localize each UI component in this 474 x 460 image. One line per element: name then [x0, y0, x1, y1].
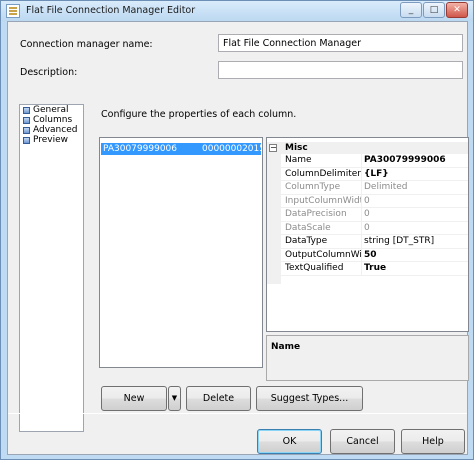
column-divider	[361, 208, 362, 221]
new-dropdown-button[interactable]: ▼	[168, 386, 181, 411]
property-value: PA30079999006	[364, 155, 446, 165]
column-list: PA30079999006 0000000201507	[99, 137, 263, 368]
property-name: DataPrecision	[285, 209, 347, 219]
property-description-panel: Name	[266, 335, 469, 381]
preview-page-icon	[23, 136, 30, 144]
property-name: InputColumnWidth	[285, 195, 362, 206]
property-description-title: Name	[271, 342, 301, 352]
column-divider	[361, 181, 362, 194]
general-page-icon	[23, 106, 30, 114]
dialog-client-area: Connection manager name: Description: Ge…	[7, 21, 469, 455]
help-button[interactable]: Help	[401, 429, 465, 454]
property-row-output-column-width[interactable]: OutputColumnWidt 50	[281, 248, 468, 262]
property-name: TextQualified	[285, 263, 344, 273]
property-value: 0	[364, 209, 370, 219]
description-label: Description:	[20, 67, 78, 78]
property-value: string [DT_STR]	[364, 236, 435, 246]
column-divider	[361, 154, 362, 167]
nav-item-label: Columns	[33, 115, 73, 125]
property-row-input-column-width[interactable]: InputColumnWidth 0	[281, 194, 468, 208]
column-divider	[361, 194, 362, 208]
property-value: True	[364, 263, 387, 273]
connection-manager-name-label: Connection manager name:	[20, 39, 153, 50]
ok-button[interactable]: OK	[257, 429, 322, 454]
description-input[interactable]	[218, 61, 463, 79]
property-value: {LF}	[364, 168, 389, 179]
property-name: Name	[285, 155, 312, 165]
column-divider	[361, 221, 362, 235]
advanced-page-icon	[23, 126, 30, 134]
property-row-data-precision[interactable]: DataPrecision 0	[281, 208, 468, 222]
property-value: 50	[364, 249, 377, 260]
nav-item-label: General	[33, 105, 69, 115]
column-name-cell: PA30079999006	[103, 144, 177, 154]
property-name: ColumnDelimiter	[285, 168, 361, 179]
property-name: DataScale	[285, 222, 331, 233]
category-title: Misc	[285, 143, 308, 153]
delete-button[interactable]: Delete	[186, 386, 251, 411]
nav-item-advanced[interactable]: Advanced	[23, 125, 83, 135]
property-name: ColumnType	[285, 182, 341, 192]
suggest-types-button[interactable]: Suggest Types...	[256, 386, 363, 411]
window-title: Flat File Connection Manager Editor	[26, 5, 196, 16]
title-bar[interactable]: Flat File Connection Manager Editor _ □ …	[1, 1, 473, 21]
property-value: Delimited	[364, 182, 408, 192]
column-divider	[361, 167, 362, 181]
property-name: DataType	[285, 236, 328, 246]
nav-item-columns[interactable]: Columns	[23, 115, 83, 125]
instruction-text: Configure the properties of each column.	[101, 109, 297, 120]
cancel-button[interactable]: Cancel	[330, 429, 395, 454]
connection-manager-name-input[interactable]	[218, 34, 463, 52]
collapse-icon[interactable]: −	[269, 144, 277, 152]
property-row-data-type[interactable]: DataType string [DT_STR]	[281, 235, 468, 249]
property-value: 0	[364, 195, 370, 206]
property-name: OutputColumnWidt	[285, 249, 362, 260]
property-row-column-delimiter[interactable]: ColumnDelimiter {LF}	[281, 167, 468, 181]
property-row-data-scale[interactable]: DataScale 0	[281, 221, 468, 235]
app-icon	[6, 4, 20, 18]
nav-item-label: Preview	[33, 135, 69, 145]
column-list-row-selected[interactable]: PA30079999006 0000000201507	[101, 143, 261, 155]
close-button[interactable]: ✕	[446, 2, 468, 18]
property-row-text-qualified[interactable]: TextQualified True	[281, 262, 468, 276]
new-button[interactable]: New	[101, 386, 167, 411]
column-divider	[361, 248, 362, 262]
page-navigation-list: General Columns Advanced Preview	[19, 104, 84, 432]
property-grid-gutter	[267, 154, 281, 284]
columns-page-icon	[23, 116, 30, 124]
restore-button[interactable]: □	[423, 2, 445, 18]
property-row-name[interactable]: Name PA30079999006	[281, 154, 468, 168]
property-category-misc[interactable]: − Misc	[267, 142, 468, 154]
column-next-cell: 0000000201507	[202, 144, 261, 154]
column-divider	[361, 235, 362, 248]
footer-separator	[8, 413, 467, 414]
property-grid: − Misc Name PA30079999006 ColumnDelimite…	[266, 137, 469, 332]
column-divider	[361, 262, 362, 275]
nav-item-general[interactable]: General	[23, 105, 83, 115]
nav-item-preview[interactable]: Preview	[23, 135, 83, 145]
property-value: 0	[364, 222, 370, 233]
minimize-button[interactable]: _	[400, 2, 422, 18]
dialog-window: Flat File Connection Manager Editor _ □ …	[0, 0, 474, 460]
property-row-column-type[interactable]: ColumnType Delimited	[281, 181, 468, 195]
nav-item-label: Advanced	[33, 125, 78, 135]
